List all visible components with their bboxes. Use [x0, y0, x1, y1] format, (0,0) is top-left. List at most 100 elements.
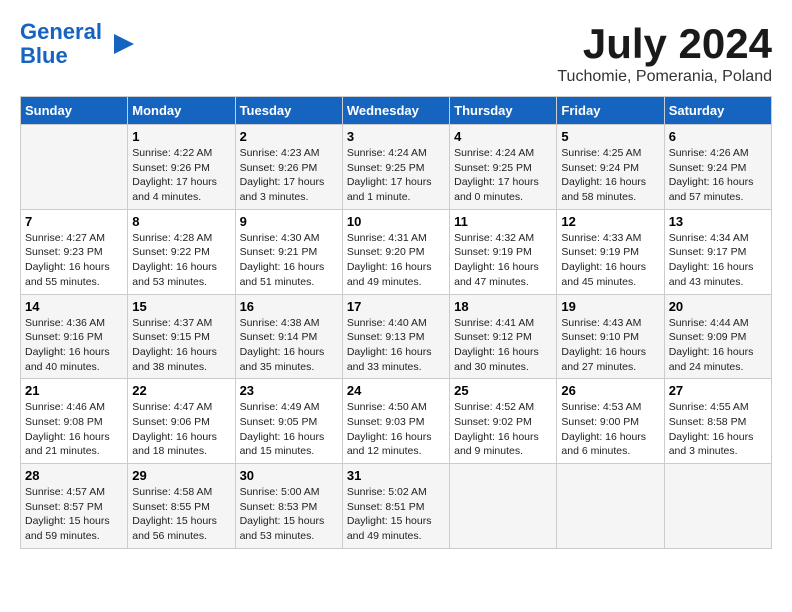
day-number: 23: [240, 383, 338, 398]
day-number: 12: [561, 214, 659, 229]
day-number: 25: [454, 383, 552, 398]
calendar-header-wednesday: Wednesday: [342, 97, 449, 125]
location: Tuchomie, Pomerania, Poland: [557, 68, 772, 86]
day-info: Sunrise: 4:37 AMSunset: 9:15 PMDaylight:…: [132, 316, 230, 375]
day-info: Sunrise: 4:58 AMSunset: 8:55 PMDaylight:…: [132, 485, 230, 544]
day-info: Sunrise: 4:34 AMSunset: 9:17 PMDaylight:…: [669, 231, 767, 290]
day-number: 13: [669, 214, 767, 229]
calendar-cell: 13 Sunrise: 4:34 AMSunset: 9:17 PMDayligh…: [664, 209, 771, 294]
day-info: Sunrise: 4:26 AMSunset: 9:24 PMDaylight:…: [669, 146, 767, 205]
day-number: 6: [669, 129, 767, 144]
day-info: Sunrise: 4:55 AMSunset: 8:58 PMDaylight:…: [669, 400, 767, 459]
day-info: Sunrise: 4:24 AMSunset: 9:25 PMDaylight:…: [454, 146, 552, 205]
calendar-cell: 10 Sunrise: 4:31 AMSunset: 9:20 PMDayligh…: [342, 209, 449, 294]
day-number: 19: [561, 299, 659, 314]
day-info: Sunrise: 4:25 AMSunset: 9:24 PMDaylight:…: [561, 146, 659, 205]
day-number: 3: [347, 129, 445, 144]
calendar-cell: 19 Sunrise: 4:43 AMSunset: 9:10 PMDayligh…: [557, 294, 664, 379]
day-info: Sunrise: 4:49 AMSunset: 9:05 PMDaylight:…: [240, 400, 338, 459]
calendar-cell: 14 Sunrise: 4:36 AMSunset: 9:16 PMDayligh…: [21, 294, 128, 379]
day-number: 31: [347, 468, 445, 483]
day-info: Sunrise: 4:41 AMSunset: 9:12 PMDaylight:…: [454, 316, 552, 375]
calendar-cell: 4 Sunrise: 4:24 AMSunset: 9:25 PMDaylight…: [450, 125, 557, 210]
day-info: Sunrise: 4:40 AMSunset: 9:13 PMDaylight:…: [347, 316, 445, 375]
day-number: 1: [132, 129, 230, 144]
calendar-cell: 21Sunrise: 4:46 AMSunset: 9:08 PMDayligh…: [21, 379, 128, 464]
day-info: Sunrise: 4:32 AMSunset: 9:19 PMDaylight:…: [454, 231, 552, 290]
day-number: 16: [240, 299, 338, 314]
logo-icon: [106, 28, 138, 60]
logo-line1: General: [20, 19, 102, 44]
calendar-header-friday: Friday: [557, 97, 664, 125]
calendar-cell: 8Sunrise: 4:28 AMSunset: 9:22 PMDaylight…: [128, 209, 235, 294]
calendar-cell: 11 Sunrise: 4:32 AMSunset: 9:19 PMDayligh…: [450, 209, 557, 294]
calendar-week-1: 1Sunrise: 4:22 AMSunset: 9:26 PMDaylight…: [21, 125, 772, 210]
calendar-cell: [557, 464, 664, 549]
page-header: General Blue July 2024 Tuchomie, Pomeran…: [20, 20, 772, 86]
day-number: 27: [669, 383, 767, 398]
calendar-cell: 31 Sunrise: 5:02 AMSunset: 8:51 PMDayligh…: [342, 464, 449, 549]
calendar-cell: 20Sunrise: 4:44 AMSunset: 9:09 PMDayligh…: [664, 294, 771, 379]
calendar-cell: 16Sunrise: 4:38 AMSunset: 9:14 PMDayligh…: [235, 294, 342, 379]
day-info: Sunrise: 4:31 AMSunset: 9:20 PMDaylight:…: [347, 231, 445, 290]
title-block: July 2024 Tuchomie, Pomerania, Poland: [557, 20, 772, 86]
calendar-week-3: 14 Sunrise: 4:36 AMSunset: 9:16 PMDayligh…: [21, 294, 772, 379]
calendar-cell: 29 Sunrise: 4:58 AMSunset: 8:55 PMDayligh…: [128, 464, 235, 549]
day-number: 4: [454, 129, 552, 144]
calendar-cell: [21, 125, 128, 210]
calendar-cell: 2Sunrise: 4:23 AMSunset: 9:26 PMDaylight…: [235, 125, 342, 210]
calendar-cell: 9 Sunrise: 4:30 AMSunset: 9:21 PMDaylight…: [235, 209, 342, 294]
calendar-week-5: 28 Sunrise: 4:57 AMSunset: 8:57 PMDayligh…: [21, 464, 772, 549]
day-number: 14: [25, 299, 123, 314]
calendar-header-tuesday: Tuesday: [235, 97, 342, 125]
month-title: July 2024: [557, 20, 772, 68]
calendar-week-2: 7 Sunrise: 4:27 AMSunset: 9:23 PMDaylight…: [21, 209, 772, 294]
calendar-cell: 18 Sunrise: 4:41 AMSunset: 9:12 PMDayligh…: [450, 294, 557, 379]
calendar-cell: 25 Sunrise: 4:52 AMSunset: 9:02 PMDayligh…: [450, 379, 557, 464]
calendar-cell: [450, 464, 557, 549]
calendar-week-4: 21Sunrise: 4:46 AMSunset: 9:08 PMDayligh…: [21, 379, 772, 464]
logo-text: General Blue: [20, 20, 102, 68]
calendar-cell: 7 Sunrise: 4:27 AMSunset: 9:23 PMDaylight…: [21, 209, 128, 294]
day-number: 28: [25, 468, 123, 483]
calendar-header-row: SundayMondayTuesdayWednesdayThursdayFrid…: [21, 97, 772, 125]
calendar-cell: 17 Sunrise: 4:40 AMSunset: 9:13 PMDayligh…: [342, 294, 449, 379]
calendar-cell: 5 Sunrise: 4:25 AMSunset: 9:24 PMDaylight…: [557, 125, 664, 210]
calendar-cell: 23 Sunrise: 4:49 AMSunset: 9:05 PMDayligh…: [235, 379, 342, 464]
day-info: Sunrise: 4:23 AMSunset: 9:26 PMDaylight:…: [240, 146, 338, 205]
day-info: Sunrise: 4:50 AMSunset: 9:03 PMDaylight:…: [347, 400, 445, 459]
day-info: Sunrise: 4:52 AMSunset: 9:02 PMDaylight:…: [454, 400, 552, 459]
calendar-cell: 15 Sunrise: 4:37 AMSunset: 9:15 PMDayligh…: [128, 294, 235, 379]
day-number: 26: [561, 383, 659, 398]
day-number: 11: [454, 214, 552, 229]
day-info: Sunrise: 4:47 AMSunset: 9:06 PMDaylight:…: [132, 400, 230, 459]
calendar-header-thursday: Thursday: [450, 97, 557, 125]
day-info: Sunrise: 4:27 AMSunset: 9:23 PMDaylight:…: [25, 231, 123, 290]
calendar-table: SundayMondayTuesdayWednesdayThursdayFrid…: [20, 96, 772, 549]
day-number: 5: [561, 129, 659, 144]
day-number: 9: [240, 214, 338, 229]
calendar-cell: 1Sunrise: 4:22 AMSunset: 9:26 PMDaylight…: [128, 125, 235, 210]
day-info: Sunrise: 4:53 AMSunset: 9:00 PMDaylight:…: [561, 400, 659, 459]
calendar-cell: 30Sunrise: 5:00 AMSunset: 8:53 PMDayligh…: [235, 464, 342, 549]
calendar-header-sunday: Sunday: [21, 97, 128, 125]
day-number: 17: [347, 299, 445, 314]
calendar-header-monday: Monday: [128, 97, 235, 125]
calendar-cell: 24Sunrise: 4:50 AMSunset: 9:03 PMDayligh…: [342, 379, 449, 464]
day-number: 20: [669, 299, 767, 314]
day-info: Sunrise: 4:43 AMSunset: 9:10 PMDaylight:…: [561, 316, 659, 375]
day-info: Sunrise: 5:02 AMSunset: 8:51 PMDaylight:…: [347, 485, 445, 544]
day-number: 29: [132, 468, 230, 483]
calendar-header-saturday: Saturday: [664, 97, 771, 125]
day-number: 30: [240, 468, 338, 483]
day-number: 21: [25, 383, 123, 398]
day-info: Sunrise: 4:57 AMSunset: 8:57 PMDaylight:…: [25, 485, 123, 544]
day-number: 18: [454, 299, 552, 314]
day-info: Sunrise: 4:33 AMSunset: 9:19 PMDaylight:…: [561, 231, 659, 290]
calendar-cell: 3Sunrise: 4:24 AMSunset: 9:25 PMDaylight…: [342, 125, 449, 210]
day-number: 10: [347, 214, 445, 229]
day-number: 7: [25, 214, 123, 229]
day-info: Sunrise: 4:30 AMSunset: 9:21 PMDaylight:…: [240, 231, 338, 290]
day-number: 15: [132, 299, 230, 314]
day-info: Sunrise: 4:36 AMSunset: 9:16 PMDaylight:…: [25, 316, 123, 375]
